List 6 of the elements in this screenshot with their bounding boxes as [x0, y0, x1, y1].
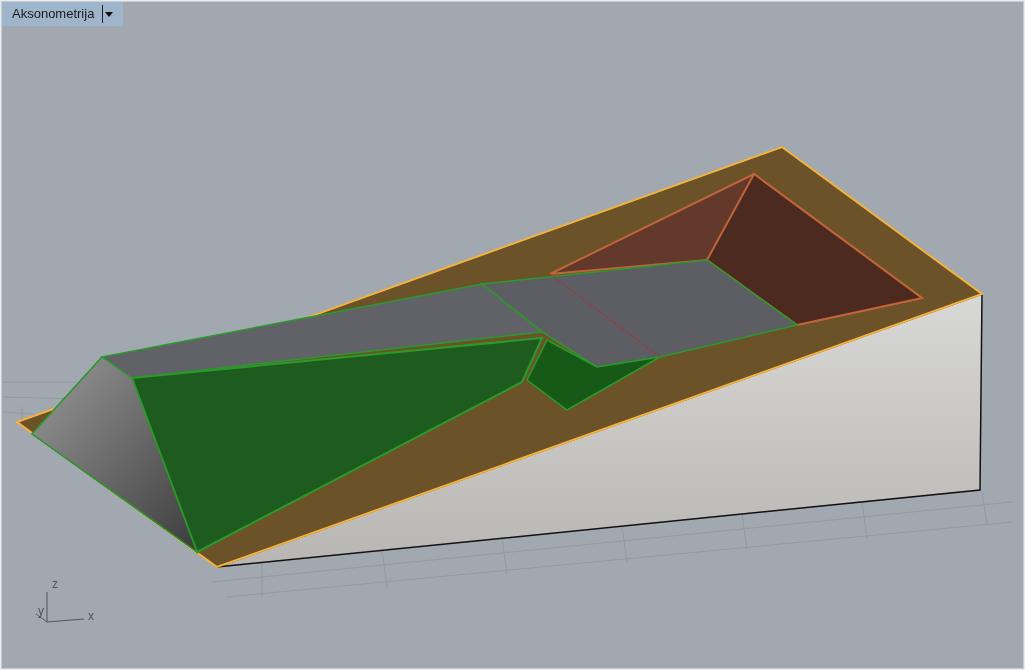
axis-label: y	[38, 605, 44, 617]
caret-icon	[105, 11, 114, 17]
axis-label: z	[52, 578, 58, 590]
axis-label: x	[88, 610, 94, 622]
axis-icon	[35, 591, 85, 623]
viewport-menu-button[interactable]	[102, 5, 114, 23]
